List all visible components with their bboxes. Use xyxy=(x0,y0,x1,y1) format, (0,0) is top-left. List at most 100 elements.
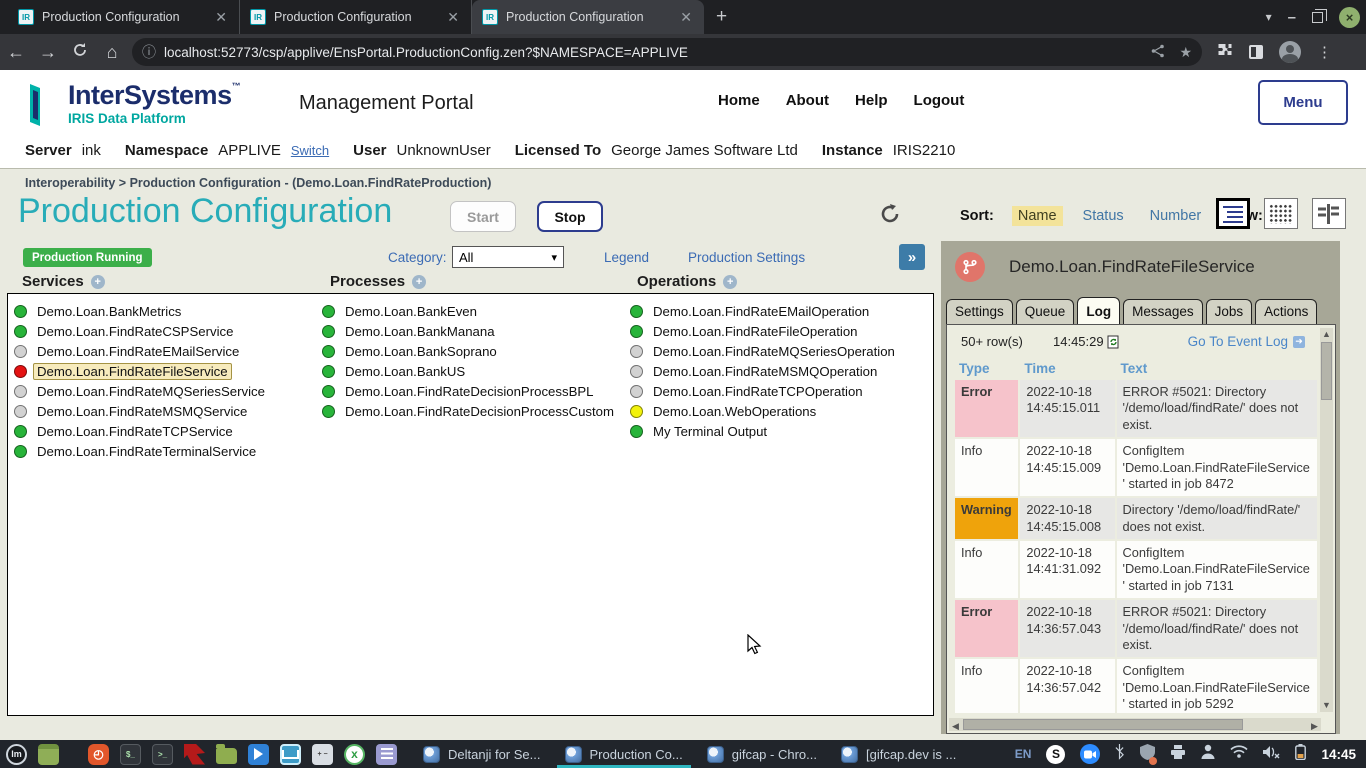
tab-close-icon[interactable]: ✕ xyxy=(213,9,229,26)
taskbar-clock[interactable]: 14:45 xyxy=(1321,747,1356,762)
user-status-icon[interactable] xyxy=(1201,744,1215,764)
tab-search-chevron-icon[interactable]: ▾ xyxy=(1266,10,1272,24)
top-nav-link[interactable]: Home xyxy=(718,92,760,109)
firewall-shield-icon[interactable] xyxy=(1140,744,1155,765)
log-row[interactable]: Error 2022-10-18 14:36:57.043 ERROR #502… xyxy=(955,600,1317,657)
operation-item[interactable]: Demo.Loan.WebOperations xyxy=(630,401,899,421)
operation-item[interactable]: Demo.Loan.FindRateFileOperation xyxy=(630,321,899,341)
share-icon[interactable] xyxy=(1151,44,1165,61)
skype-icon[interactable]: S xyxy=(1046,745,1065,764)
switch-link[interactable]: Switch xyxy=(291,143,329,158)
log-horizontal-scrollbar[interactable]: ◀ ▶ xyxy=(949,718,1321,731)
browser-tab[interactable]: IR Production Configuration ✕ xyxy=(240,0,472,34)
vscode-icon[interactable] xyxy=(248,744,269,765)
add-operation-button[interactable]: + xyxy=(723,275,737,289)
process-item[interactable]: Demo.Loan.BankManana xyxy=(322,321,618,341)
panel-tab[interactable]: Log xyxy=(1077,297,1120,324)
bookmark-star-icon[interactable]: ★ xyxy=(1179,44,1192,61)
sort-option[interactable]: Number xyxy=(1144,206,1208,226)
log-row[interactable]: Warning 2022-10-18 14:45:15.008 Director… xyxy=(955,498,1317,539)
sort-option[interactable]: Name xyxy=(1012,206,1063,226)
top-nav-link[interactable]: Help xyxy=(855,92,888,109)
operation-item[interactable]: Demo.Loan.FindRateTCPOperation xyxy=(630,381,899,401)
view-list-button[interactable] xyxy=(1216,198,1250,229)
expand-panel-button[interactable]: » xyxy=(899,244,925,270)
panel-tab[interactable]: Queue xyxy=(1016,299,1075,324)
panel-tab[interactable]: Jobs xyxy=(1206,299,1253,324)
log-vertical-scrollbar[interactable]: ▲ ▼ xyxy=(1320,328,1333,712)
log-col-time[interactable]: Time xyxy=(1020,359,1114,378)
breadcrumb-root[interactable]: Interoperability xyxy=(25,176,115,190)
view-split-button[interactable] xyxy=(1312,198,1346,229)
terminal-alt-icon[interactable]: >_ xyxy=(152,744,173,765)
top-nav-link[interactable]: Logout xyxy=(914,92,965,109)
legend-link[interactable]: Legend xyxy=(604,250,649,265)
service-item[interactable]: Demo.Loan.FindRateTerminalService xyxy=(14,441,269,461)
reload-button[interactable] xyxy=(64,42,96,63)
panel-tab[interactable]: Settings xyxy=(946,299,1013,324)
mint-menu-icon[interactable]: lm xyxy=(6,744,27,765)
notes-icon[interactable] xyxy=(376,744,397,765)
log-col-type[interactable]: Type xyxy=(955,359,1018,378)
red-app-icon[interactable] xyxy=(184,744,205,765)
production-settings-link[interactable]: Production Settings xyxy=(688,250,805,265)
service-item[interactable]: Demo.Loan.BankMetrics xyxy=(14,301,269,321)
browser-menu-icon[interactable]: ⋮ xyxy=(1317,43,1332,61)
service-item[interactable]: Demo.Loan.FindRateMSMQService xyxy=(14,401,269,421)
operation-item[interactable]: Demo.Loan.FindRateMSMQOperation xyxy=(630,361,899,381)
file-manager-icon[interactable] xyxy=(216,748,237,764)
new-tab-button[interactable]: + xyxy=(704,6,739,34)
system-monitor-icon[interactable] xyxy=(280,744,301,765)
back-button[interactable]: ← xyxy=(0,42,32,63)
stop-button[interactable]: Stop xyxy=(537,201,603,232)
taskbar-window-button[interactable]: Deltanji for Se... xyxy=(411,740,553,768)
log-row[interactable]: Info 2022-10-18 14:45:15.009 ConfigItem … xyxy=(955,439,1317,496)
side-panel-icon[interactable] xyxy=(1249,45,1263,59)
view-grid-button[interactable] xyxy=(1264,198,1298,229)
operation-item[interactable]: Demo.Loan.FindRateEMailOperation xyxy=(630,301,899,321)
url-text[interactable]: localhost:52773/csp/applive/EnsPortal.Pr… xyxy=(164,45,1137,60)
service-item[interactable]: Demo.Loan.FindRateTCPService xyxy=(14,421,269,441)
bluetooth-icon[interactable] xyxy=(1115,744,1125,765)
calculator-icon[interactable] xyxy=(312,744,333,765)
browser-tab[interactable]: IR Production Configuration ✕ xyxy=(8,0,240,34)
auto-refresh-icon[interactable] xyxy=(1107,335,1120,349)
go-to-event-log-link[interactable]: Go To Event Log ➜ xyxy=(1188,334,1305,349)
spreadsheet-icon[interactable]: x xyxy=(344,744,365,765)
log-row[interactable]: Info 2022-10-18 14:41:31.092 ConfigItem … xyxy=(955,541,1317,598)
operation-item[interactable]: Demo.Loan.FindRateMQSeriesOperation xyxy=(630,341,899,361)
language-indicator[interactable]: EN xyxy=(1015,747,1032,761)
process-item[interactable]: Demo.Loan.BankUS xyxy=(322,361,618,381)
address-bar[interactable]: ⓘ localhost:52773/csp/applive/EnsPortal.… xyxy=(132,38,1202,66)
forward-button[interactable]: → xyxy=(32,42,64,63)
sort-option[interactable]: Status xyxy=(1077,206,1130,226)
add-process-button[interactable]: + xyxy=(412,275,426,289)
scroll-right-icon[interactable]: ▶ xyxy=(1308,720,1321,733)
restore-button[interactable] xyxy=(1312,12,1323,23)
process-item[interactable]: Demo.Loan.FindRateDecisionProcessCustom xyxy=(322,401,618,421)
volume-muted-icon[interactable] xyxy=(1263,745,1280,764)
add-service-button[interactable]: + xyxy=(91,275,105,289)
log-row[interactable]: Info 2022-10-18 14:36:57.042 ConfigItem … xyxy=(955,659,1317,713)
zoom-icon[interactable] xyxy=(1080,744,1100,764)
tab-close-icon[interactable]: ✕ xyxy=(678,9,694,26)
service-item[interactable]: Demo.Loan.FindRateEMailService xyxy=(14,341,269,361)
top-nav-link[interactable]: About xyxy=(786,92,829,109)
terminal-icon[interactable]: $_ xyxy=(120,744,141,765)
show-desktop-icon[interactable] xyxy=(38,744,59,765)
tab-close-icon[interactable]: ✕ xyxy=(445,9,461,26)
scroll-down-icon[interactable]: ▼ xyxy=(1320,699,1333,712)
process-item[interactable]: Demo.Loan.BankEven xyxy=(322,301,618,321)
profile-avatar[interactable] xyxy=(1279,41,1301,63)
operation-item[interactable]: My Terminal Output xyxy=(630,421,899,441)
log-col-text[interactable]: Text xyxy=(1117,359,1318,378)
scroll-up-icon[interactable]: ▲ xyxy=(1320,328,1333,341)
hscroll-thumb[interactable] xyxy=(963,719,1243,730)
browser-tab[interactable]: IR Production Configuration ✕ xyxy=(472,0,704,34)
service-item[interactable]: Demo.Loan.FindRateCSPService xyxy=(14,321,269,341)
printer-icon[interactable] xyxy=(1170,745,1186,764)
home-button[interactable]: ⌂ xyxy=(96,42,128,63)
process-item[interactable]: Demo.Loan.BankSoprano xyxy=(322,341,618,361)
service-item[interactable]: Demo.Loan.FindRateFileService xyxy=(14,361,269,381)
minimize-button[interactable]: – xyxy=(1288,9,1296,26)
